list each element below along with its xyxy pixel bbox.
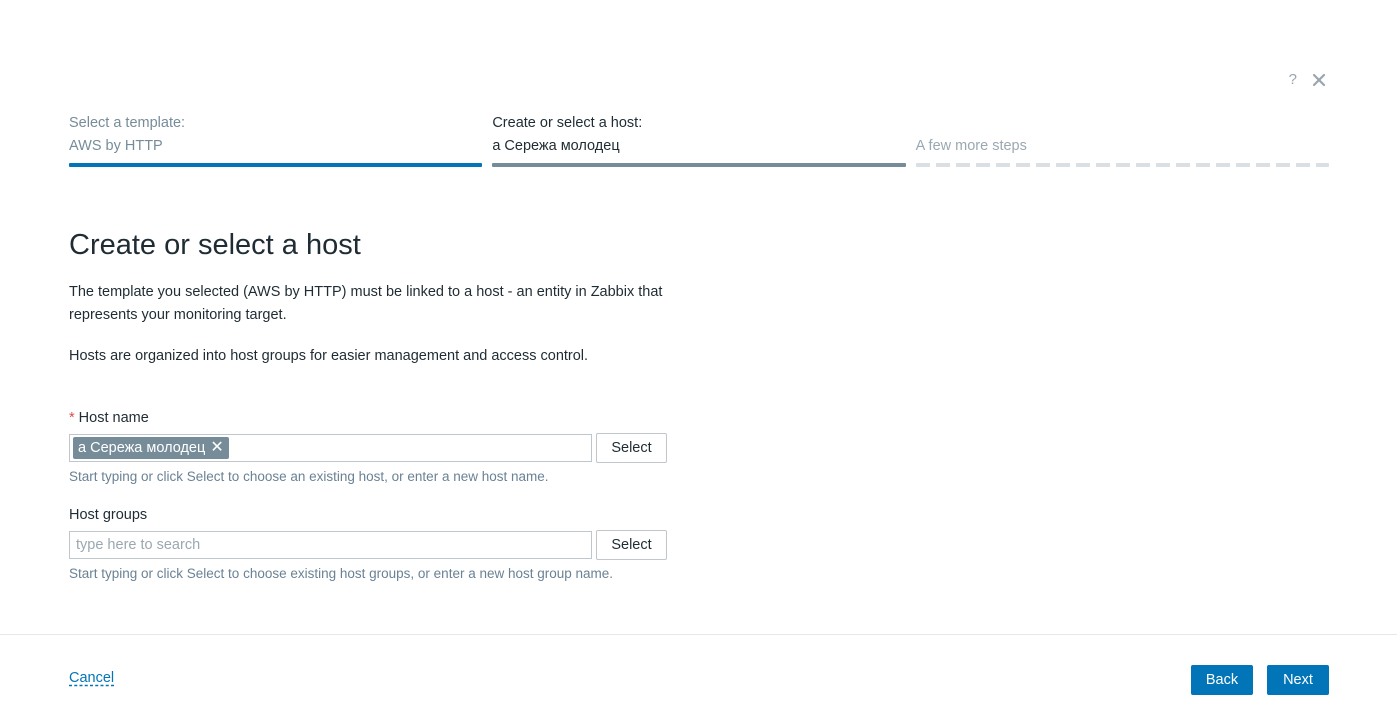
- step-title: Create or select a host:: [492, 115, 643, 131]
- next-button[interactable]: Next: [1267, 665, 1329, 695]
- host-chip: а Сережа молодец ✕: [73, 437, 229, 459]
- step-value: A few more steps: [915, 138, 1027, 154]
- host-name-label: * Host name: [69, 408, 669, 428]
- dialog-controls: ?: [1289, 70, 1327, 90]
- host-name-input[interactable]: а Сережа молодец ✕: [69, 434, 592, 462]
- host-groups-label: Host groups: [69, 507, 148, 523]
- step-progress-bar: [492, 163, 906, 167]
- footer-buttons: Back Next: [1191, 665, 1329, 695]
- host-groups-field: Host groups Select Start typing or click…: [69, 505, 669, 583]
- host-name-hint: Start typing or click Select to choose a…: [69, 469, 549, 484]
- description-paragraph: The template you selected (AWS by HTTP) …: [69, 284, 663, 323]
- step-value: а Сережа молодец: [492, 138, 620, 154]
- host-name-field: * Host name а Сережа молодец ✕ Select Sta…: [69, 408, 669, 486]
- host-name-label-text: Host name: [78, 410, 149, 426]
- page-title: Create or select a host: [69, 229, 361, 261]
- back-button[interactable]: Back: [1191, 665, 1253, 695]
- remove-chip-icon[interactable]: ✕: [210, 437, 223, 459]
- host-groups-input[interactable]: [69, 531, 592, 559]
- close-icon[interactable]: [1311, 72, 1327, 88]
- host-groups-select-button[interactable]: Select: [596, 530, 667, 560]
- step-select-template: Select a template: AWS by HTTP: [69, 113, 483, 167]
- wizard-progress-steps: Select a template: AWS by HTTP Create or…: [69, 113, 1329, 167]
- footer-divider: [0, 634, 1397, 635]
- host-groups-row: Select: [69, 530, 669, 560]
- main-content: Create or select a host The template you…: [69, 226, 669, 583]
- cancel-link[interactable]: Cancel: [69, 670, 114, 686]
- host-chip-label: а Сережа молодец: [78, 440, 206, 456]
- description-paragraph: Hosts are organized into host groups for…: [69, 348, 589, 364]
- step-create-host: Create or select a host: а Сережа молоде…: [492, 113, 906, 167]
- step-value: AWS by HTTP: [69, 138, 163, 154]
- step-progress-bar: [915, 163, 1329, 167]
- required-mark: *: [69, 410, 75, 426]
- host-name-row: а Сережа молодец ✕ Select: [69, 433, 669, 463]
- host-wizard-dialog: ? Select a template: AWS by HTTP Create …: [0, 0, 1397, 723]
- step-more-steps: A few more steps: [915, 113, 1329, 167]
- host-select-button[interactable]: Select: [596, 433, 667, 463]
- help-icon[interactable]: ?: [1289, 70, 1297, 90]
- step-title: Select a template:: [69, 115, 186, 131]
- step-progress-bar: [69, 163, 483, 167]
- host-name-text-input[interactable]: [228, 440, 588, 456]
- host-groups-hint: Start typing or click Select to choose e…: [69, 566, 614, 581]
- host-groups-search-input[interactable]: [73, 537, 588, 553]
